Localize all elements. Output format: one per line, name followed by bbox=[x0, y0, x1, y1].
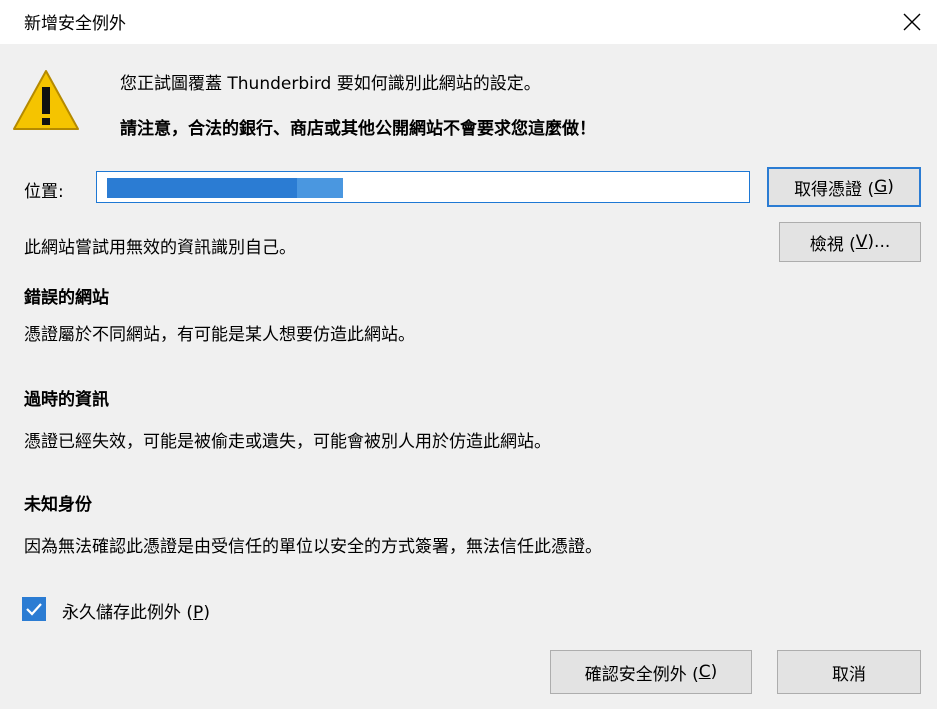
checkmark-icon bbox=[26, 603, 42, 616]
confirm-exception-button[interactable]: 確認安全例外 (C) bbox=[550, 650, 752, 694]
issue-heading: 過時的資訊 bbox=[24, 390, 109, 410]
confirm-access-key: C bbox=[698, 662, 711, 682]
issue-detail: 憑證已經失效，可能是被偷走或遺失，可能會被別人用於仿造此網站。 bbox=[24, 432, 551, 452]
get-certificate-access-key: G bbox=[874, 177, 888, 197]
close-icon bbox=[903, 13, 921, 31]
location-label: 位置: bbox=[24, 182, 64, 202]
permanent-access-key: P bbox=[193, 603, 204, 623]
title-bar: 新增安全例外 bbox=[0, 0, 937, 44]
warning-icon bbox=[13, 70, 79, 130]
redacted-url-segment bbox=[297, 178, 343, 198]
view-label-tail: )... bbox=[867, 232, 891, 252]
issue-heading: 未知身份 bbox=[24, 495, 92, 515]
issue-detail: 因為無法確認此憑證是由受信任的單位以安全的方式簽署，無法信任此憑證。 bbox=[24, 537, 602, 557]
warning-message: 您正試圖覆蓋 Thunderbird 要如何識別此網站的設定。 bbox=[120, 74, 541, 94]
get-certificate-label-tail: ) bbox=[887, 177, 894, 197]
window-title: 新增安全例外 bbox=[24, 14, 126, 34]
permanent-checkbox[interactable] bbox=[22, 597, 46, 621]
permanent-label[interactable]: 永久儲存此例外 (P) bbox=[62, 598, 210, 623]
location-input[interactable] bbox=[96, 171, 750, 203]
permanent-label-tail: ) bbox=[203, 603, 210, 623]
view-access-key: V bbox=[855, 232, 868, 252]
warning-caution: 請注意，合法的銀行、商店或其他公開網站不會要求您這麼做！ bbox=[120, 119, 596, 139]
status-text: 此網站嘗試用無效的資訊識別自己。 bbox=[24, 238, 296, 258]
redacted-url bbox=[107, 178, 297, 198]
view-label: 檢視 ( bbox=[809, 234, 856, 255]
cancel-button[interactable]: 取消 bbox=[777, 650, 921, 694]
close-button[interactable] bbox=[887, 0, 937, 44]
confirm-label: 確認安全例外 ( bbox=[584, 664, 699, 685]
get-certificate-label: 取得憑證 ( bbox=[794, 179, 875, 200]
confirm-label-tail: ) bbox=[710, 662, 718, 682]
issue-heading: 錯誤的網站 bbox=[24, 288, 109, 308]
get-certificate-button[interactable]: 取得憑證 (G) bbox=[767, 167, 921, 207]
permanent-label-text: 永久儲存此例外 ( bbox=[62, 603, 194, 623]
view-button[interactable]: 檢視 (V)... bbox=[779, 222, 921, 262]
issue-detail: 憑證屬於不同網站，有可能是某人想要仿造此網站。 bbox=[24, 325, 415, 345]
